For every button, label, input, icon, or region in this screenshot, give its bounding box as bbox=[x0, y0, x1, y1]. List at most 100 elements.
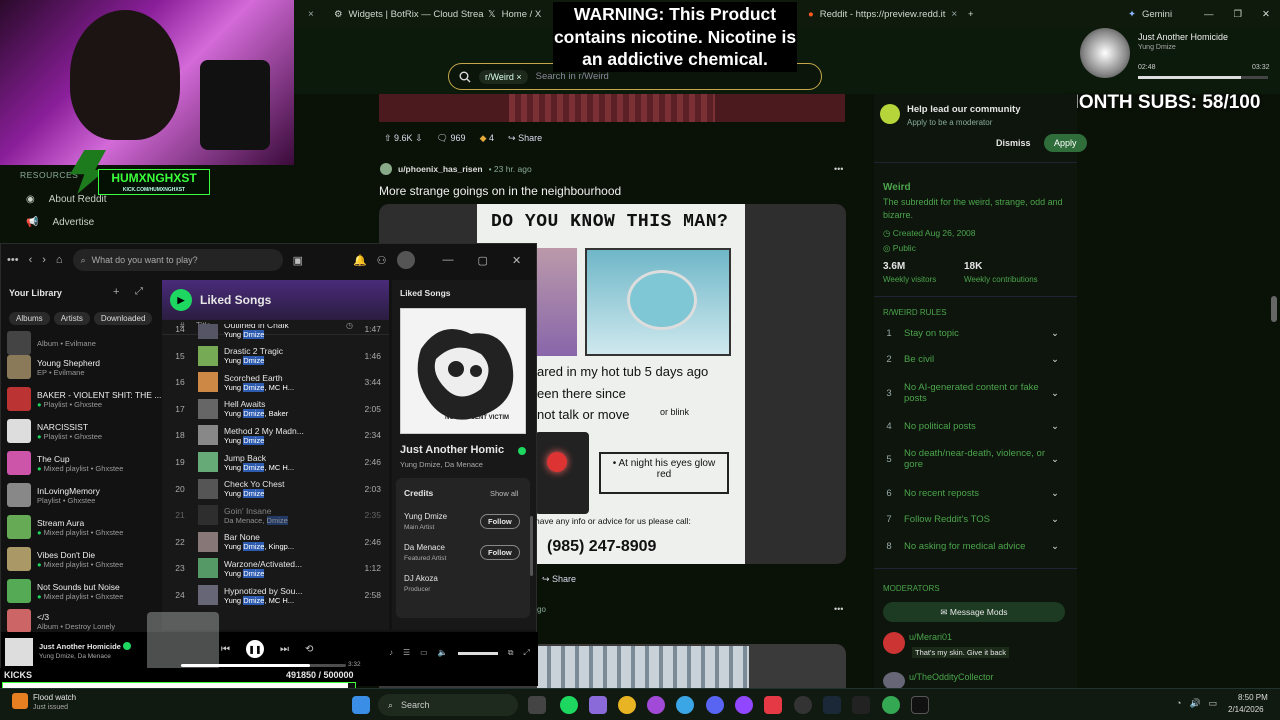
next-icon[interactable]: ⏭ bbox=[280, 644, 289, 655]
track-artist[interactable]: Yung Dmize bbox=[224, 568, 349, 578]
minimize-icon[interactable]: — bbox=[1204, 9, 1214, 20]
rule-item[interactable]: 4 No political posts ⌄ bbox=[874, 421, 1064, 432]
forward-icon[interactable]: › bbox=[42, 254, 46, 266]
library-item[interactable]: Young Shepherd EP • Evilmane bbox=[7, 352, 157, 382]
dismiss-button[interactable]: Dismiss bbox=[996, 138, 1031, 148]
app-icon[interactable] bbox=[735, 696, 753, 714]
tab-close-button[interactable]: × bbox=[951, 9, 957, 20]
track-title[interactable]: Method 2 My Madn... bbox=[224, 426, 349, 436]
library-item[interactable]: BAKER - VIOLENT SHIT: THE ... ● Playlist … bbox=[7, 384, 161, 414]
follow-button[interactable]: Follow bbox=[480, 545, 520, 560]
taskbar-search[interactable]: ⌕ Search bbox=[378, 694, 518, 716]
track-title[interactable]: Bar None bbox=[224, 532, 349, 542]
table-row[interactable]: 16 Scorched Earth Yung Dmize, MC H... 3:44 bbox=[162, 369, 389, 395]
table-row[interactable]: 15 Drastic 2 Tragic Yung Dmize 1:46 bbox=[162, 343, 389, 369]
restore-icon[interactable]: ❐ bbox=[1234, 9, 1243, 20]
weather-icon[interactable] bbox=[12, 693, 28, 709]
track-title[interactable]: Hell Awaits bbox=[224, 399, 349, 409]
upvote-button[interactable]: ⇧ 9.6K ⇩ bbox=[384, 133, 423, 144]
post-share[interactable]: ↪ Share bbox=[542, 574, 576, 585]
track-title[interactable]: Goin' Insane bbox=[224, 506, 349, 516]
subreddit-chip[interactable]: r/Weird × bbox=[479, 69, 528, 84]
track-artist[interactable]: Yung Dmize bbox=[224, 329, 349, 339]
search-input[interactable]: Search in r/Weird bbox=[536, 71, 609, 82]
track-artist[interactable]: Yung Dmize bbox=[224, 356, 349, 366]
track-artist[interactable]: Yung Dmize bbox=[224, 489, 349, 499]
add-icon[interactable]: + bbox=[113, 286, 119, 298]
rule-item[interactable]: 6 No recent reposts ⌄ bbox=[874, 488, 1064, 499]
table-row[interactable]: 24 Hypnotized by Sou... Yung Dmize, MC H..… bbox=[162, 582, 389, 608]
next-post-more[interactable]: ••• bbox=[834, 604, 843, 614]
filter-artists[interactable]: Artists bbox=[53, 312, 90, 325]
app-icon[interactable] bbox=[589, 696, 607, 714]
volume-icon[interactable]: 🔈 bbox=[438, 648, 448, 658]
chrome-icon[interactable] bbox=[882, 696, 900, 714]
share-button[interactable]: ↪ Share bbox=[508, 133, 542, 144]
track-artist[interactable]: Yung Dmize, Kingp... bbox=[224, 542, 349, 552]
track-artist[interactable]: Yung Dmize, MC H... bbox=[224, 595, 349, 605]
post-author[interactable]: u/phoenix_has_risen bbox=[398, 164, 483, 174]
rule-item[interactable]: 2 Be civil ⌄ bbox=[874, 354, 1064, 365]
library-item[interactable]: Stream Aura ● Mixed playlist • Ghxstee bbox=[7, 512, 157, 542]
saved-check-icon[interactable] bbox=[123, 642, 131, 650]
app-icon[interactable] bbox=[911, 696, 929, 714]
tab-botrix[interactable]: ⚙ Widgets | BotRix — Cloud Strea bbox=[326, 4, 496, 24]
apply-button[interactable]: Apply bbox=[1044, 134, 1087, 152]
follow-button[interactable]: Follow bbox=[480, 514, 520, 529]
rule-item[interactable]: 8 No asking for medical advice ⌄ bbox=[874, 541, 1064, 552]
profile-avatar[interactable] bbox=[396, 251, 415, 269]
table-row[interactable]: 18 Method 2 My Madn... Yung Dmize 2:34 bbox=[162, 422, 389, 448]
spotify-search-input[interactable]: ⌕ What do you want to play? bbox=[72, 249, 283, 271]
table-row[interactable]: 14 Outlined in Chalk Yung Dmize 1:47 bbox=[162, 324, 389, 342]
track-artist[interactable]: Yung Dmize, Baker bbox=[224, 409, 349, 419]
library-item[interactable]: InLovingMemory Playlist • Ghxstee bbox=[7, 480, 157, 510]
table-row[interactable]: 22 Bar None Yung Dmize, Kingp... 2:46 bbox=[162, 529, 389, 555]
track-title[interactable]: Scorched Earth bbox=[224, 373, 349, 383]
table-row[interactable]: 21 Goin' Insane Da Menace, Dmize 2:35 bbox=[162, 502, 389, 528]
track-title[interactable]: Check Yo Chest bbox=[224, 479, 349, 489]
device-icon[interactable]: ▭ bbox=[420, 648, 428, 658]
post-more-menu[interactable]: ••• bbox=[834, 164, 843, 174]
saved-check-icon[interactable] bbox=[518, 447, 526, 455]
app-icon[interactable] bbox=[764, 696, 782, 714]
track-title[interactable]: Warzone/Activated... bbox=[224, 559, 349, 569]
rule-item[interactable]: 5 No death/near-death, violence, or gore ⌄ bbox=[874, 448, 1064, 470]
table-row[interactable]: 20 Check Yo Chest Yung Dmize 2:03 bbox=[162, 476, 389, 502]
player-cover[interactable] bbox=[5, 638, 33, 666]
bell-icon[interactable]: 🔔 bbox=[353, 254, 367, 267]
rule-item[interactable]: 3 No AI-generated content or fake posts ⌄ bbox=[874, 382, 1064, 404]
post-title[interactable]: More strange goings on in the neighbourh… bbox=[379, 184, 621, 198]
table-row[interactable]: 23 Warzone/Activated... Yung Dmize 1:12 bbox=[162, 555, 389, 581]
back-icon[interactable]: ‹ bbox=[29, 254, 33, 266]
table-row[interactable]: 17 Hell Awaits Yung Dmize, Baker 2:05 bbox=[162, 396, 389, 422]
rule-item[interactable]: 1 Stay on topic ⌄ bbox=[874, 328, 1064, 339]
nav-advertise[interactable]: 📢 Advertise bbox=[26, 217, 180, 228]
new-tab-button[interactable]: + bbox=[960, 4, 982, 24]
track-artist[interactable]: Da Menace, Dmize bbox=[224, 515, 349, 525]
progress-track[interactable] bbox=[181, 664, 346, 667]
volume-icon[interactable]: 🔊 bbox=[1189, 698, 1200, 709]
tab-x-home[interactable]: 𝕏 Home / X bbox=[480, 4, 550, 24]
app-icon[interactable] bbox=[852, 696, 870, 714]
miniplayer-icon[interactable]: ⧉ bbox=[508, 648, 514, 658]
library-item[interactable]: Vibes Don't Die ● Mixed playlist • Ghxste… bbox=[7, 544, 157, 574]
app-icon[interactable] bbox=[676, 696, 694, 714]
filter-albums[interactable]: Albums bbox=[9, 312, 50, 325]
discord-icon[interactable] bbox=[706, 696, 724, 714]
obs-icon[interactable] bbox=[794, 696, 812, 714]
mod-name[interactable]: u/Merari01 bbox=[909, 632, 952, 642]
library-item[interactable]: Not Sounds but Noise ● Mixed playlist • G… bbox=[7, 576, 157, 606]
gemini-button[interactable]: ✦ Gemini bbox=[1120, 4, 1180, 24]
repeat-icon[interactable]: ⟲ bbox=[305, 644, 313, 655]
queue-icon[interactable]: ☰ bbox=[403, 648, 410, 658]
play-button[interactable]: ▶ bbox=[170, 289, 192, 311]
clock-date[interactable]: 2/14/2026 bbox=[1228, 705, 1264, 714]
comments-button[interactable]: 🗨 969 bbox=[437, 133, 466, 144]
spotify-icon[interactable] bbox=[560, 696, 578, 714]
clock-time[interactable]: 8:50 PM bbox=[1238, 693, 1268, 702]
home-icon[interactable]: ⌂ bbox=[56, 254, 63, 266]
track-artist[interactable]: Yung Dmize, MC H... bbox=[224, 462, 349, 472]
volume-slider[interactable] bbox=[457, 652, 498, 655]
player-track-title[interactable]: Just Another Homicide bbox=[39, 642, 121, 651]
rule-item[interactable]: 7 Follow Reddit's TOS ⌄ bbox=[874, 514, 1064, 525]
